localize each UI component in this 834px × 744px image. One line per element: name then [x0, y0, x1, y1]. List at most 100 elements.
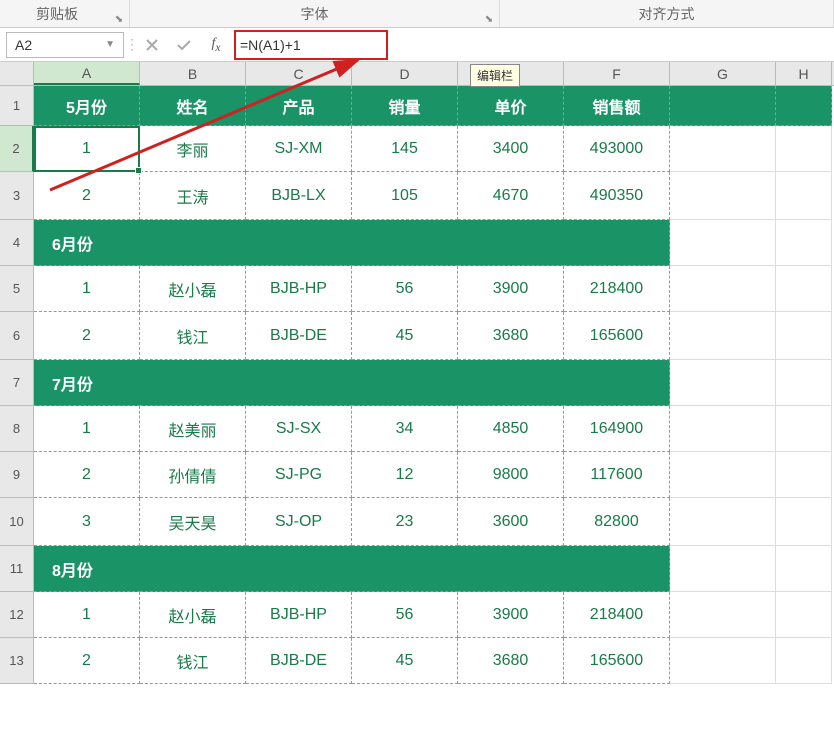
- cell-empty[interactable]: [776, 406, 832, 452]
- cell[interactable]: 56: [352, 592, 458, 638]
- cell[interactable]: [564, 220, 670, 266]
- cell[interactable]: 5月份: [34, 86, 140, 126]
- col-header-A[interactable]: A: [34, 62, 140, 85]
- cell[interactable]: 销量: [352, 86, 458, 126]
- cell-empty[interactable]: [670, 312, 776, 360]
- row-header-12[interactable]: 12: [0, 592, 34, 638]
- row-header-3[interactable]: 3: [0, 172, 34, 220]
- cell[interactable]: 1: [34, 406, 140, 452]
- cell[interactable]: [140, 360, 246, 406]
- cell[interactable]: SJ-SX: [246, 406, 352, 452]
- cell-empty[interactable]: [670, 638, 776, 684]
- dialog-launcher-icon[interactable]: ⬊: [113, 13, 125, 25]
- cell-empty[interactable]: [670, 592, 776, 638]
- section-label[interactable]: 8月份: [34, 546, 140, 592]
- cell[interactable]: [458, 220, 564, 266]
- cell[interactable]: 2: [34, 638, 140, 684]
- cell[interactable]: 117600: [564, 452, 670, 498]
- cell[interactable]: [246, 360, 352, 406]
- dialog-launcher-icon[interactable]: ⬊: [483, 13, 495, 25]
- cell[interactable]: 145: [352, 126, 458, 172]
- cell-empty[interactable]: [670, 498, 776, 546]
- cell[interactable]: 2: [34, 312, 140, 360]
- cell-empty[interactable]: [776, 86, 832, 126]
- cell[interactable]: BJB-HP: [246, 266, 352, 312]
- cell[interactable]: 493000: [564, 126, 670, 172]
- cell[interactable]: SJ-PG: [246, 452, 352, 498]
- cell[interactable]: SJ-XM: [246, 126, 352, 172]
- cell-empty[interactable]: [670, 406, 776, 452]
- cell[interactable]: 王涛: [140, 172, 246, 220]
- cell[interactable]: 3900: [458, 592, 564, 638]
- cell[interactable]: 销售额: [564, 86, 670, 126]
- insert-function-button[interactable]: fx: [200, 32, 232, 58]
- cell[interactable]: 单价: [458, 86, 564, 126]
- cell[interactable]: 9800: [458, 452, 564, 498]
- formula-input[interactable]: =N(A1)+1: [232, 32, 828, 58]
- row-header-13[interactable]: 13: [0, 638, 34, 684]
- select-all-corner[interactable]: [0, 62, 34, 85]
- cell[interactable]: 赵小磊: [140, 592, 246, 638]
- cell[interactable]: 3900: [458, 266, 564, 312]
- cell[interactable]: [352, 220, 458, 266]
- cell-empty[interactable]: [776, 172, 832, 220]
- cell[interactable]: [458, 546, 564, 592]
- cell[interactable]: 56: [352, 266, 458, 312]
- cell[interactable]: [140, 546, 246, 592]
- cell[interactable]: 李丽: [140, 126, 246, 172]
- cell[interactable]: [458, 360, 564, 406]
- cell[interactable]: 3680: [458, 312, 564, 360]
- cell[interactable]: 产品: [246, 86, 352, 126]
- col-header-G[interactable]: G: [670, 62, 776, 85]
- cell[interactable]: 12: [352, 452, 458, 498]
- row-header-5[interactable]: 5: [0, 266, 34, 312]
- cell[interactable]: 1: [34, 266, 140, 312]
- cell[interactable]: [246, 220, 352, 266]
- col-header-H[interactable]: H: [776, 62, 832, 85]
- row-header-10[interactable]: 10: [0, 498, 34, 546]
- cell-empty[interactable]: [776, 220, 832, 266]
- cell[interactable]: 吴天昊: [140, 498, 246, 546]
- cell-empty[interactable]: [776, 546, 832, 592]
- cell-empty[interactable]: [670, 360, 776, 406]
- cell[interactable]: [246, 546, 352, 592]
- cell[interactable]: 1: [34, 126, 140, 172]
- cell[interactable]: 218400: [564, 592, 670, 638]
- cell-empty[interactable]: [776, 498, 832, 546]
- cell[interactable]: BJB-LX: [246, 172, 352, 220]
- cell[interactable]: 23: [352, 498, 458, 546]
- cell[interactable]: [140, 220, 246, 266]
- cell[interactable]: 105: [352, 172, 458, 220]
- cell[interactable]: 赵小磊: [140, 266, 246, 312]
- row-header-4[interactable]: 4: [0, 220, 34, 266]
- cell[interactable]: BJB-HP: [246, 592, 352, 638]
- cell[interactable]: [564, 546, 670, 592]
- cell-empty[interactable]: [670, 86, 776, 126]
- cell-empty[interactable]: [776, 266, 832, 312]
- col-header-F[interactable]: F: [564, 62, 670, 85]
- enter-button[interactable]: [168, 32, 200, 58]
- section-label[interactable]: 6月份: [34, 220, 140, 266]
- section-label[interactable]: 7月份: [34, 360, 140, 406]
- cell[interactable]: BJB-DE: [246, 312, 352, 360]
- cell[interactable]: 姓名: [140, 86, 246, 126]
- cell-empty[interactable]: [670, 546, 776, 592]
- col-header-C[interactable]: C: [246, 62, 352, 85]
- cell-empty[interactable]: [776, 638, 832, 684]
- cell-empty[interactable]: [670, 126, 776, 172]
- cell[interactable]: 赵美丽: [140, 406, 246, 452]
- cell[interactable]: SJ-OP: [246, 498, 352, 546]
- cell[interactable]: 钱江: [140, 312, 246, 360]
- cell-empty[interactable]: [776, 592, 832, 638]
- cell[interactable]: 164900: [564, 406, 670, 452]
- cell[interactable]: 4670: [458, 172, 564, 220]
- cell[interactable]: 218400: [564, 266, 670, 312]
- cell[interactable]: 3600: [458, 498, 564, 546]
- cancel-button[interactable]: [136, 32, 168, 58]
- cell[interactable]: 2: [34, 172, 140, 220]
- col-header-D[interactable]: D: [352, 62, 458, 85]
- cell[interactable]: 165600: [564, 312, 670, 360]
- cell-empty[interactable]: [670, 172, 776, 220]
- row-header-7[interactable]: 7: [0, 360, 34, 406]
- cell[interactable]: 3400: [458, 126, 564, 172]
